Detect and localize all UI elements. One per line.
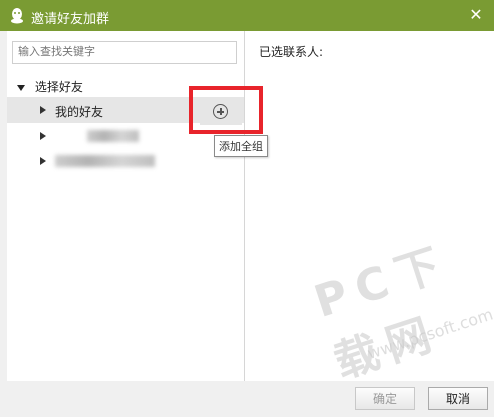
collapsed-triangle-icon[interactable] [40,132,46,140]
collapsed-triangle-icon[interactable] [40,157,46,165]
add-all-tooltip: 添加全组 [214,135,268,157]
tree-root-label: 选择好友 [34,80,83,94]
collapsed-triangle-icon[interactable] [40,106,46,114]
confirm-button[interactable]: 确定 [355,387,415,410]
group-row[interactable] [7,148,244,174]
cancel-button[interactable]: 取消 [428,387,488,410]
search-input[interactable] [13,42,236,61]
expanded-triangle-icon[interactable] [17,84,25,91]
window-title: 邀请好友加群 [31,12,110,27]
close-icon[interactable]: ✕ [468,7,484,23]
friend-tree-panel: 选择好友 我的好友 添加全组 [7,31,268,381]
dialog-body: 选择好友 我的好友 添加全组 已选联系人: PC下载网 www.pcsoft.c… [0,31,494,417]
search-box[interactable] [12,41,237,64]
qq-penguin-icon [11,8,23,24]
group-label: 我的好友 [55,105,104,119]
blurred-group-name [55,155,155,167]
tree-root-select-friends[interactable]: 选择好友 [17,78,83,95]
blurred-group-name [87,130,139,142]
title-bar: 邀请好友加群 ✕ [0,0,494,31]
red-highlight-box [189,86,263,134]
selected-contacts-label: 已选联系人: [259,45,324,59]
